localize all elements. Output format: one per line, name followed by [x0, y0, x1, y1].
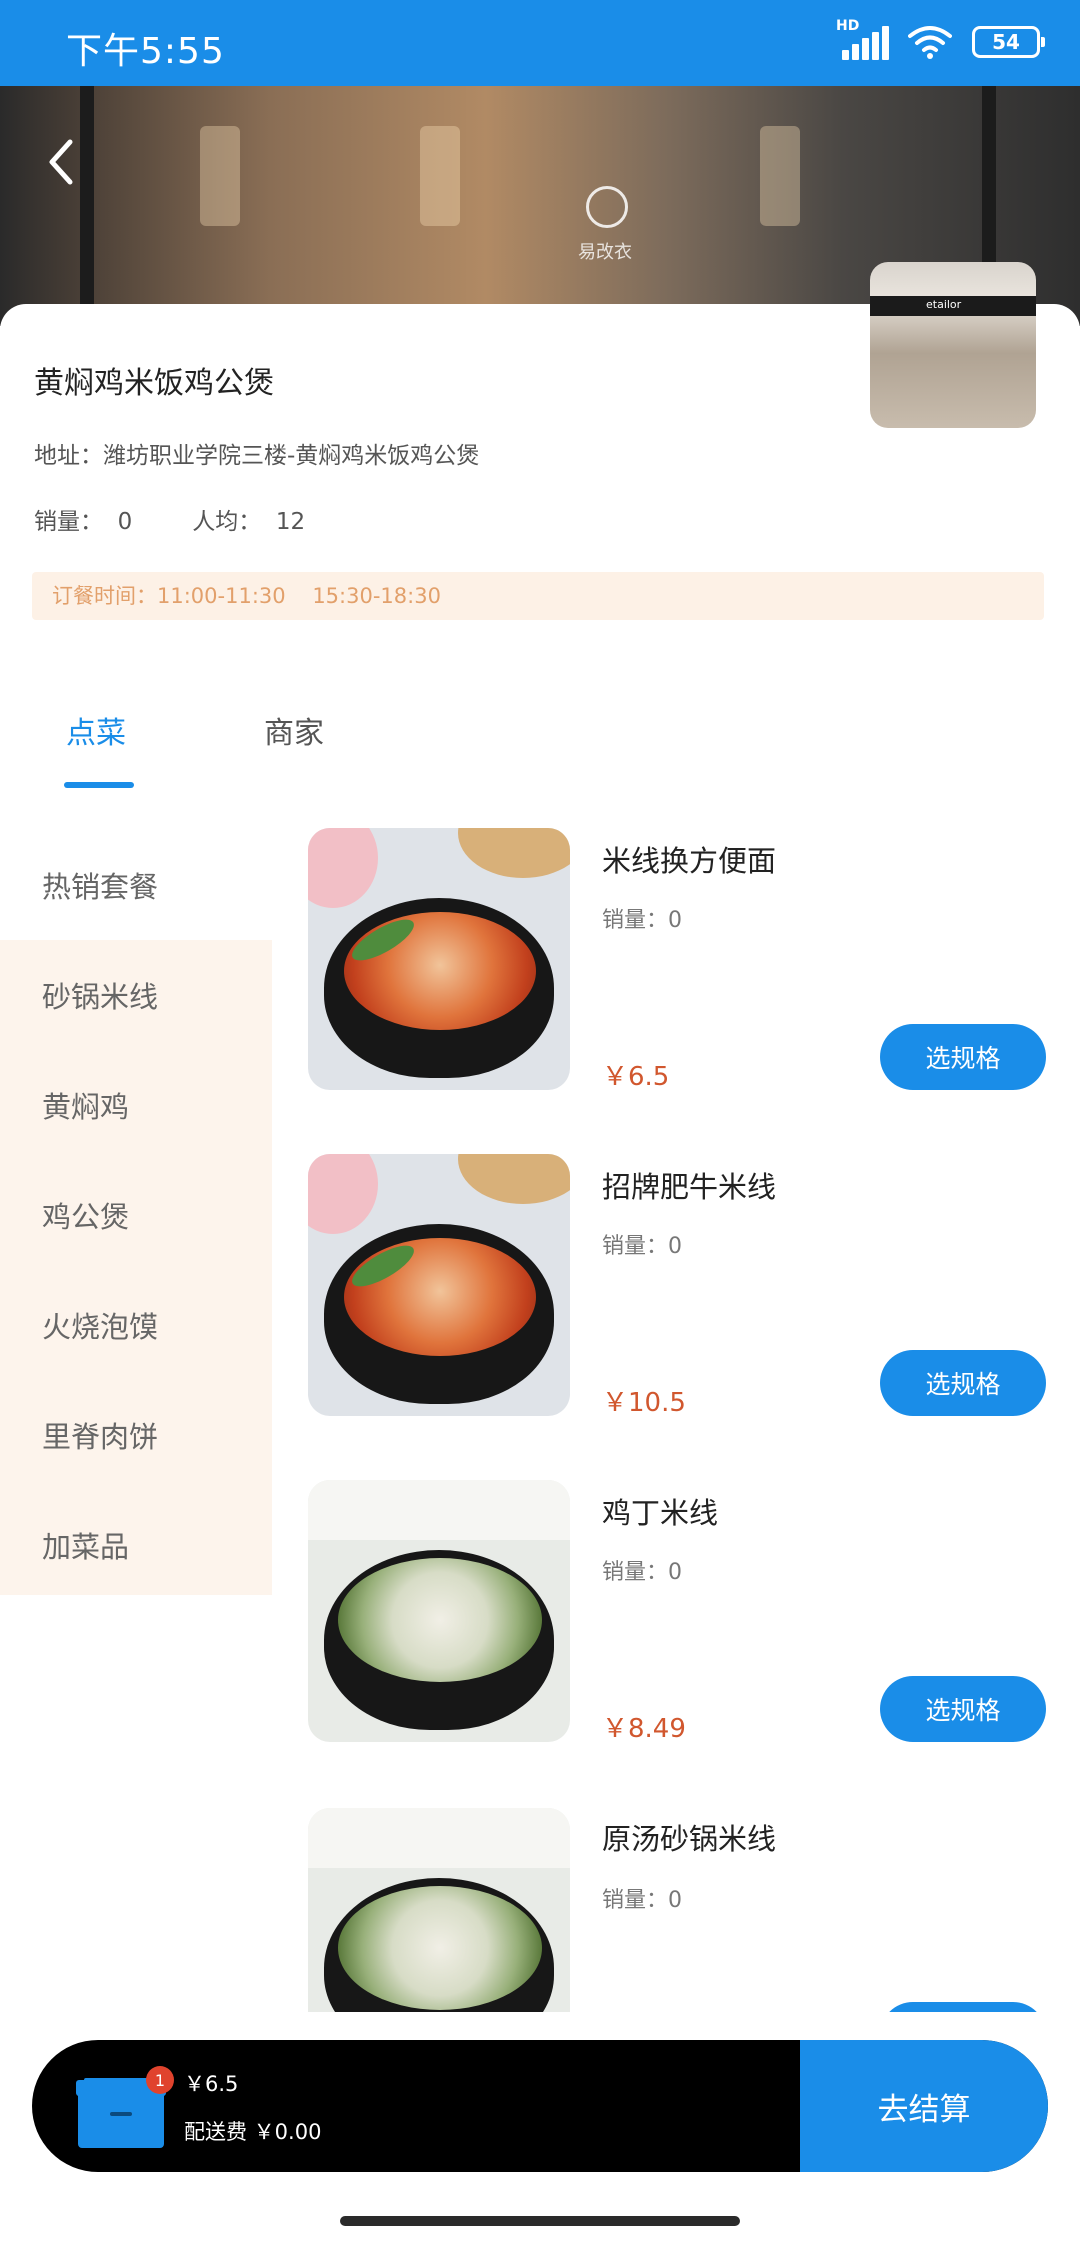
- category-item[interactable]: 火烧泡馍: [42, 1304, 158, 1346]
- store-stats: 销量： 0 人均： 12: [34, 502, 305, 536]
- food-sales: 销量：0: [602, 908, 682, 933]
- storefront-light: [420, 126, 460, 226]
- delivery-fee: 配送费 ￥0.00: [184, 2120, 322, 2144]
- status-bar: 下午5:55 HD 54: [0, 0, 1080, 86]
- signal-icon: HD: [836, 18, 889, 60]
- category-item[interactable]: 热销套餐: [42, 864, 158, 906]
- status-time: 下午5:55: [66, 31, 225, 72]
- category-item[interactable]: 加菜品: [42, 1524, 129, 1566]
- sales-stat: 销量： 0: [34, 509, 133, 535]
- store-name: 黄焖鸡米饭鸡公煲: [34, 366, 274, 401]
- active-tab-indicator: [64, 782, 134, 788]
- back-icon[interactable]: [42, 136, 82, 188]
- select-spec-button[interactable]: 选规格: [880, 1024, 1046, 1090]
- home-indicator[interactable]: [340, 2216, 740, 2226]
- food-price: ￥8.49: [602, 1714, 686, 1744]
- food-name: 原汤砂锅米线: [602, 1822, 777, 1856]
- storefront-light: [200, 126, 240, 226]
- food-image[interactable]: [308, 1154, 570, 1416]
- category-item[interactable]: 鸡公煲: [42, 1194, 129, 1236]
- cart-total: ￥6.5: [184, 2072, 239, 2096]
- status-icons: HD 54: [836, 18, 1045, 60]
- store-address: 地址：潍坊职业学院三楼-黄焖鸡米饭鸡公煲: [34, 443, 480, 469]
- cart-count-badge: 1: [146, 2066, 174, 2094]
- food-price: ￥10.5: [602, 1388, 686, 1418]
- food-list: 米线换方便面 销量：0 ￥6.5 选规格 招牌肥牛米线 销量：0 ￥10.5 选…: [300, 820, 1080, 2012]
- food-sales: 销量：0: [602, 1234, 682, 1259]
- category-item[interactable]: 里脊肉饼: [42, 1414, 158, 1456]
- category-sidebar: [0, 940, 272, 1595]
- tab-merchant[interactable]: 商家: [264, 708, 324, 752]
- food-image[interactable]: [308, 1480, 570, 1742]
- food-name: 招牌肥牛米线: [602, 1170, 777, 1204]
- store-thumbnail-sign: etailor: [870, 296, 1036, 316]
- store-thumbnail: etailor: [870, 262, 1036, 428]
- wifi-icon: [908, 26, 952, 59]
- storefront-logo: [586, 186, 628, 228]
- cart-bar: ￥6.5 配送费 ￥0.00 去结算: [32, 2040, 1048, 2172]
- order-time-banner: 订餐时间：11:00-11:30 15:30-18:30: [32, 572, 1044, 620]
- storefront-sign: 易改衣: [578, 242, 632, 263]
- food-sales: 销量：0: [602, 1888, 682, 1913]
- category-item[interactable]: 黄焖鸡: [42, 1084, 129, 1126]
- select-spec-button[interactable]: 选规格: [880, 1350, 1046, 1416]
- food-image[interactable]: [308, 1808, 570, 2012]
- tab-order[interactable]: 点菜: [66, 708, 126, 752]
- food-image[interactable]: [308, 828, 570, 1090]
- food-name: 鸡丁米线: [602, 1496, 719, 1530]
- food-price: ￥6.5: [602, 1062, 670, 1092]
- checkout-button[interactable]: 去结算: [800, 2040, 1048, 2172]
- battery-icon: 54: [972, 26, 1045, 58]
- avg-price-stat: 人均： 12: [192, 509, 306, 535]
- network-type-label: HD: [836, 18, 860, 34]
- select-spec-button[interactable]: 选规格: [880, 1676, 1046, 1742]
- food-name: 米线换方便面: [602, 844, 777, 878]
- food-sales: 销量：0: [602, 1560, 682, 1585]
- storefront-light: [760, 126, 800, 226]
- select-spec-button[interactable]: [880, 2002, 1046, 2012]
- category-item[interactable]: 砂锅米线: [42, 974, 158, 1016]
- battery-level: 54: [992, 30, 1020, 54]
